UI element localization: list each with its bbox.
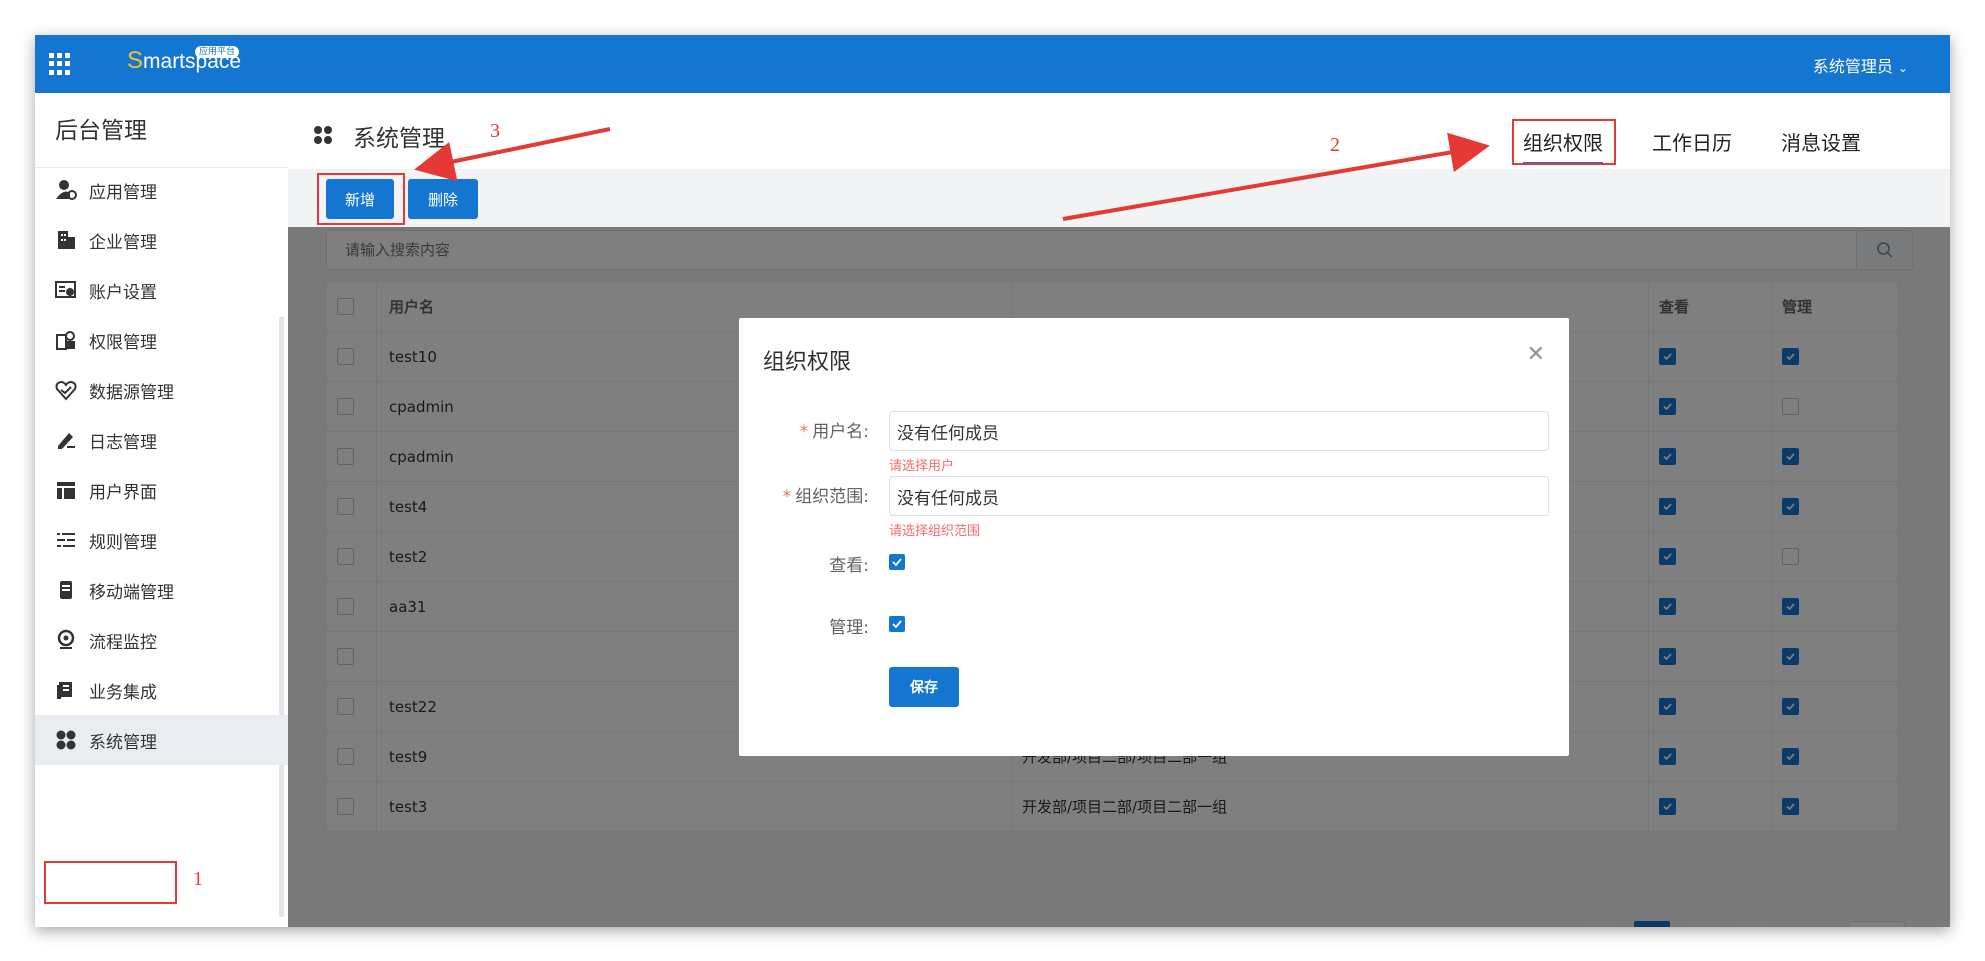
logo-badge: 应用平台 [195, 46, 240, 58]
required-asterisk: * [799, 422, 809, 442]
page-title: 系统管理 [353, 126, 445, 152]
top-bar: Smartspace 应用平台 系统管理员 ⌄ [35, 35, 1950, 93]
scope-label: * 组织范围: [782, 487, 869, 507]
username-error: 请选择用户 [889, 459, 955, 474]
sidebar: 后台管理 应用管理 企业管理 账户设置 权限管理 数据源管理 日志管理 用户界面… [35, 93, 288, 927]
view-checkbox[interactable] [889, 554, 905, 570]
account-settings-icon [55, 279, 77, 301]
rules-icon [55, 529, 77, 551]
sidebar-title: 后台管理 [55, 118, 147, 144]
required-asterisk: * [782, 487, 792, 507]
log-pen-icon [55, 429, 77, 451]
sidebar-item-label: 应用管理 [89, 182, 157, 203]
manage-label: 管理: [829, 618, 869, 638]
sidebar-item-label: 流程监控 [89, 632, 157, 653]
camera-monitor-icon [55, 629, 77, 651]
user-menu[interactable]: 系统管理员 ⌄ [1813, 53, 1908, 77]
building-icon [55, 229, 77, 251]
sidebar-item-label: 业务集成 [89, 682, 157, 703]
annotation-number-2: 2 [1330, 134, 1340, 156]
app-window: Smartspace 应用平台 系统管理员 ⌄ 后台管理 应用管理 企业管理 账… [35, 35, 1950, 927]
scope-error: 请选择组织范围 [889, 524, 981, 539]
username-label: * 用户名: [799, 422, 869, 442]
sidebar-item-logs[interactable]: 日志管理 [35, 415, 288, 465]
sidebar-item-label: 规则管理 [89, 532, 157, 553]
chevron-down-icon: ⌄ [1897, 61, 1908, 75]
username-field[interactable] [889, 411, 1549, 451]
checkmark-icon [892, 620, 902, 629]
sidebar-item-label: 移动端管理 [89, 582, 174, 603]
checkmark-icon [892, 558, 902, 567]
delete-button[interactable]: 删除 [408, 179, 478, 219]
sidebar-item-label: 日志管理 [89, 432, 157, 453]
tab-message-settings[interactable]: 消息设置 [1781, 127, 1861, 156]
apps-grid-icon[interactable] [49, 53, 71, 75]
sidebar-item-label: 系统管理 [89, 732, 157, 753]
datasource-icon [55, 379, 77, 401]
sidebar-item-rules[interactable]: 规则管理 [35, 515, 288, 565]
sidebar-item-ui[interactable]: 用户界面 [35, 465, 288, 515]
sidebar-item-mobile[interactable]: 移动端管理 [35, 565, 288, 615]
manage-checkbox[interactable] [889, 616, 905, 632]
sidebar-item-integration[interactable]: 业务集成 [35, 665, 288, 715]
sidebar-item-system-management[interactable]: 系统管理 [35, 715, 288, 765]
save-button[interactable]: 保存 [889, 667, 959, 707]
tab-work-calendar[interactable]: 工作日历 [1652, 127, 1732, 156]
scope-field[interactable] [889, 476, 1549, 516]
annotation-box-system-management [44, 861, 177, 904]
view-label: 查看: [829, 556, 869, 576]
close-icon[interactable]: ✕ [1527, 342, 1545, 367]
dialog-title: 组织权限 [763, 350, 852, 375]
sidebar-item-label: 账户设置 [89, 282, 157, 303]
sidebar-item-permissions[interactable]: 权限管理 [35, 315, 288, 365]
integration-icon [55, 679, 77, 701]
four-dots-icon [313, 125, 333, 145]
annotation-number-1: 1 [193, 868, 203, 890]
sidebar-item-account-settings[interactable]: 账户设置 [35, 265, 288, 315]
app-user-icon [55, 179, 77, 201]
sidebar-item-process-monitor[interactable]: 流程监控 [35, 615, 288, 665]
annotation-box-add-button [317, 173, 405, 225]
sidebar-item-label: 企业管理 [89, 232, 157, 253]
permission-icon [55, 329, 77, 351]
user-menu-label: 系统管理员 [1812, 57, 1893, 76]
sidebar-item-label: 权限管理 [89, 332, 157, 353]
mobile-icon [55, 579, 77, 601]
annotation-number-3: 3 [490, 120, 500, 142]
four-dots-icon [55, 729, 77, 751]
layout-icon [55, 479, 77, 501]
sidebar-item-label: 用户界面 [89, 482, 157, 503]
page-header: 系统管理 组织权限 工作日历 消息设置 [288, 93, 1950, 169]
sidebar-item-datasource[interactable]: 数据源管理 [35, 365, 288, 415]
org-permission-dialog: 组织权限 ✕ *用户名: 请选择用户 *组织范围: 请选择组织范围 查看: 管理… [739, 318, 1569, 756]
sidebar-item-app-management[interactable]: 应用管理 [35, 165, 288, 215]
annotation-box-org-permission-tab [1512, 119, 1616, 165]
sidebar-item-enterprise[interactable]: 企业管理 [35, 215, 288, 265]
sidebar-item-label: 数据源管理 [89, 382, 174, 403]
